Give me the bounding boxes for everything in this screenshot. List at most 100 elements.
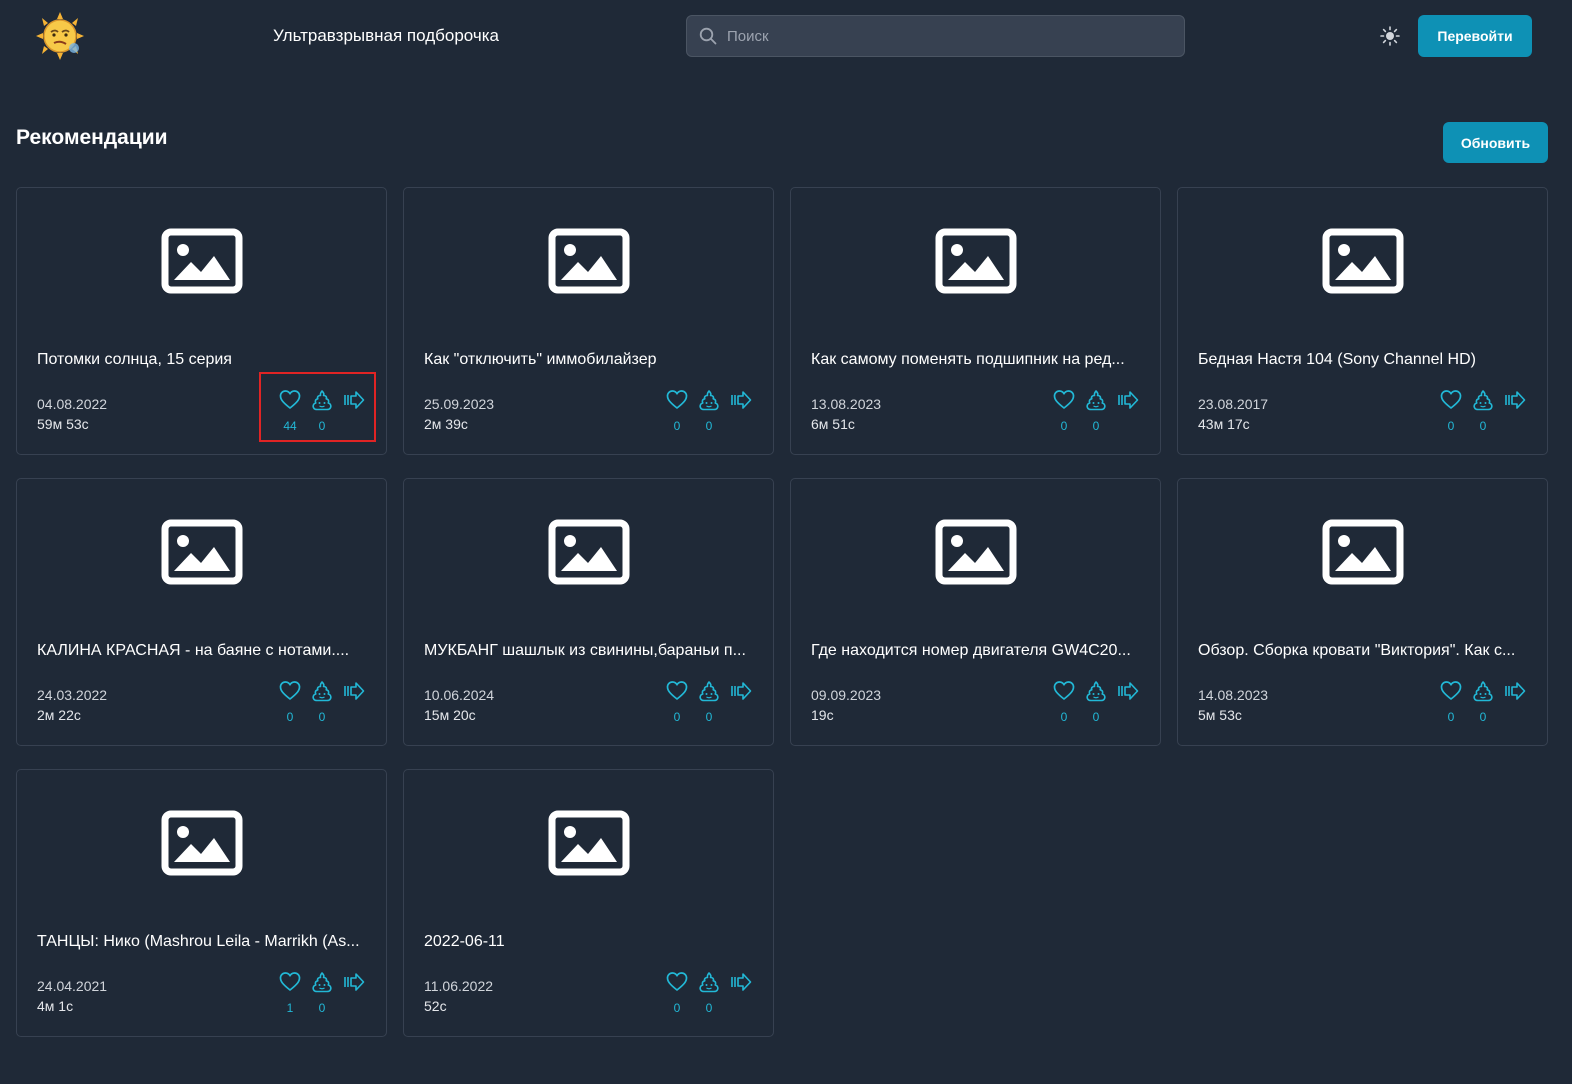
video-duration: 4м 1с xyxy=(37,998,74,1014)
video-duration: 6м 51с xyxy=(811,416,855,432)
video-title[interactable]: Где находится номер двигателя GW4C20... xyxy=(811,642,1141,660)
share-icon[interactable] xyxy=(1504,680,1526,702)
heart-icon[interactable] xyxy=(666,680,688,702)
share-icon[interactable] xyxy=(730,971,752,993)
dislike-count: 0 xyxy=(1479,710,1487,724)
share-icon[interactable] xyxy=(343,389,365,411)
like-count: 0 xyxy=(1060,710,1068,724)
dislike-count: 0 xyxy=(1479,419,1487,433)
dislike-count: 0 xyxy=(318,710,326,724)
share-icon[interactable] xyxy=(1117,389,1139,411)
video-date: 10.06.2024 xyxy=(424,687,495,703)
heart-icon[interactable] xyxy=(279,680,301,702)
video-title[interactable]: 2022-06-11 xyxy=(424,933,754,951)
search-bar[interactable] xyxy=(686,15,1185,57)
poop-icon[interactable] xyxy=(311,389,333,411)
section-title: Рекомендации xyxy=(16,126,168,149)
search-icon xyxy=(699,27,717,45)
dislike-count: 0 xyxy=(318,419,326,433)
heart-icon[interactable] xyxy=(666,389,688,411)
like-count: 0 xyxy=(673,710,681,724)
video-card[interactable]: Обзор. Сборка кровати "Виктория". Как с.… xyxy=(1177,478,1548,746)
dislike-count: 0 xyxy=(705,1001,713,1015)
video-title[interactable]: ТАНЦЫ: Нико (Mashrou Leila - Marrikh (As… xyxy=(37,933,367,951)
share-icon[interactable] xyxy=(343,680,365,702)
poop-icon[interactable] xyxy=(311,971,333,993)
like-count: 44 xyxy=(283,419,297,433)
image-placeholder-icon xyxy=(161,519,243,585)
video-title[interactable]: КАЛИНА КРАСНАЯ - на баяне с нотами.... xyxy=(37,642,367,660)
video-title[interactable]: Как самому поменять подшипник на ред... xyxy=(811,351,1141,369)
like-count: 0 xyxy=(673,1001,681,1015)
image-placeholder-icon xyxy=(548,519,630,585)
video-duration: 59м 53с xyxy=(37,416,89,432)
heart-icon[interactable] xyxy=(666,971,688,993)
top-bar: Ультравзрывная подборочка Перевойти xyxy=(0,0,1572,72)
video-card[interactable]: 2022-06-11 11.06.2022 52с 0 0 xyxy=(403,769,774,1037)
heart-icon[interactable] xyxy=(279,389,301,411)
search-input[interactable] xyxy=(727,16,1167,56)
poop-icon[interactable] xyxy=(698,680,720,702)
video-date: 23.08.2017 xyxy=(1198,396,1269,412)
like-count: 0 xyxy=(1060,419,1068,433)
video-title[interactable]: Как "отключить" иммобилайзер xyxy=(424,351,754,369)
heart-icon[interactable] xyxy=(1440,389,1462,411)
dislike-count: 0 xyxy=(705,419,713,433)
video-card[interactable]: Как самому поменять подшипник на ред... … xyxy=(790,187,1161,455)
video-duration: 2м 39с xyxy=(424,416,468,432)
video-card[interactable]: ТАНЦЫ: Нико (Mashrou Leila - Marrikh (As… xyxy=(16,769,387,1037)
poop-icon[interactable] xyxy=(1085,680,1107,702)
share-icon[interactable] xyxy=(343,971,365,993)
heart-icon[interactable] xyxy=(1053,389,1075,411)
heart-icon[interactable] xyxy=(1440,680,1462,702)
dislike-count: 0 xyxy=(1092,419,1100,433)
refresh-button[interactable]: Обновить xyxy=(1443,122,1548,163)
share-icon[interactable] xyxy=(730,680,752,702)
poop-icon[interactable] xyxy=(698,971,720,993)
video-duration: 15м 20с xyxy=(424,707,476,723)
sun-icon[interactable] xyxy=(1380,26,1400,46)
video-title[interactable]: МУКБАНГ шашлык из свинины,бараньи п... xyxy=(424,642,754,660)
image-placeholder-icon xyxy=(548,810,630,876)
video-card[interactable]: КАЛИНА КРАСНАЯ - на баяне с нотами.... 2… xyxy=(16,478,387,746)
app-title: Ультравзрывная подборочка xyxy=(273,26,499,45)
image-placeholder-icon xyxy=(548,228,630,294)
poop-icon[interactable] xyxy=(311,680,333,702)
share-icon[interactable] xyxy=(1504,389,1526,411)
share-icon[interactable] xyxy=(730,389,752,411)
video-duration: 52с xyxy=(424,998,447,1014)
sun-face-logo[interactable] xyxy=(34,12,86,60)
image-placeholder-icon xyxy=(161,228,243,294)
video-duration: 19с xyxy=(811,707,834,723)
share-icon[interactable] xyxy=(1117,680,1139,702)
poop-icon[interactable] xyxy=(1472,680,1494,702)
poop-icon[interactable] xyxy=(1085,389,1107,411)
dislike-count: 0 xyxy=(318,1001,326,1015)
video-card[interactable]: Где находится номер двигателя GW4C20... … xyxy=(790,478,1161,746)
like-count: 0 xyxy=(673,419,681,433)
poop-icon[interactable] xyxy=(698,389,720,411)
video-date: 25.09.2023 xyxy=(424,396,495,412)
video-card[interactable]: МУКБАНГ шашлык из свинины,бараньи п... 1… xyxy=(403,478,774,746)
video-card[interactable]: Потомки солнца, 15 серия 04.08.2022 59м … xyxy=(16,187,387,455)
dislike-count: 0 xyxy=(705,710,713,724)
heart-icon[interactable] xyxy=(1053,680,1075,702)
video-date: 04.08.2022 xyxy=(37,396,108,412)
video-date: 24.03.2022 xyxy=(37,687,108,703)
poop-icon[interactable] xyxy=(1472,389,1494,411)
heart-icon[interactable] xyxy=(279,971,301,993)
video-date: 11.06.2022 xyxy=(424,978,494,994)
video-duration: 5м 53с xyxy=(1198,707,1242,723)
image-placeholder-icon xyxy=(1322,228,1404,294)
video-duration: 43м 17с xyxy=(1198,416,1250,432)
video-card[interactable]: Как "отключить" иммобилайзер 25.09.2023 … xyxy=(403,187,774,455)
image-placeholder-icon xyxy=(1322,519,1404,585)
go-button[interactable]: Перевойти xyxy=(1418,15,1532,57)
video-card[interactable]: Бедная Настя 104 (Sony Channel HD) 23.08… xyxy=(1177,187,1548,455)
video-title[interactable]: Бедная Настя 104 (Sony Channel HD) xyxy=(1198,351,1528,369)
image-placeholder-icon xyxy=(161,810,243,876)
video-title[interactable]: Обзор. Сборка кровати "Виктория". Как с.… xyxy=(1198,642,1528,660)
dislike-count: 0 xyxy=(1092,710,1100,724)
video-title[interactable]: Потомки солнца, 15 серия xyxy=(37,351,367,369)
video-duration: 2м 22с xyxy=(37,707,81,723)
